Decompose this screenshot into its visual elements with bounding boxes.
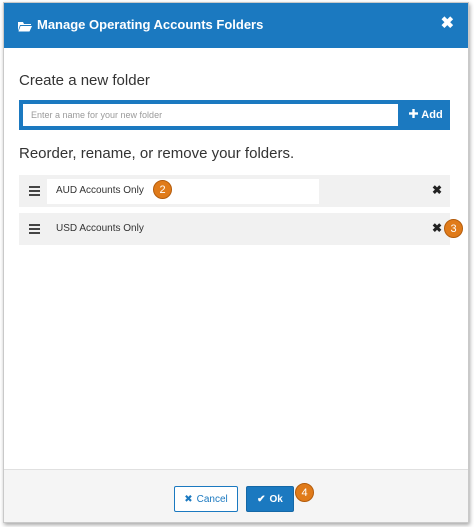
plus-icon (409, 109, 419, 121)
folder-row: USD Accounts Only ✖ (19, 213, 450, 245)
create-folder-bar: Add (19, 100, 450, 130)
callout-badge: 3 (444, 219, 463, 238)
checkmark-icon: ✔ (257, 493, 266, 505)
cancel-button[interactable]: ✖ Cancel (174, 486, 238, 512)
dialog-title: Manage Operating Accounts Folders (37, 17, 264, 32)
remove-folder-icon[interactable]: ✖ (432, 184, 442, 196)
close-icon[interactable]: ✖ (441, 16, 454, 32)
manage-folders-dialog: Manage Operating Accounts Folders ✖ Crea… (3, 2, 469, 523)
callout-badge: 4 (295, 483, 314, 502)
drag-handle-icon[interactable] (29, 224, 40, 234)
add-folder-button[interactable]: Add (402, 100, 450, 130)
close-icon: ✖ (184, 493, 193, 505)
remove-folder-icon[interactable]: ✖ (432, 222, 442, 234)
folder-open-icon (18, 19, 32, 37)
ok-label: Ok (269, 493, 283, 505)
add-folder-label: Add (421, 109, 443, 121)
ok-button[interactable]: ✔ Ok (246, 486, 294, 512)
manage-folders-heading: Reorder, rename, or remove your folders. (19, 145, 295, 162)
folder-name[interactable]: USD Accounts Only (56, 223, 144, 234)
create-folder-heading: Create a new folder (19, 72, 150, 89)
dialog-footer: ✖ Cancel ✔ Ok 4 (4, 469, 468, 522)
cancel-label: Cancel (196, 493, 228, 505)
dialog-header: Manage Operating Accounts Folders ✖ (4, 3, 468, 48)
callout-badge: 2 (153, 180, 172, 199)
drag-handle-icon[interactable] (29, 186, 40, 196)
folder-row: AUD Accounts Only ✖ (19, 175, 450, 207)
folder-name[interactable]: AUD Accounts Only (56, 185, 144, 196)
new-folder-name-input[interactable] (23, 104, 398, 126)
